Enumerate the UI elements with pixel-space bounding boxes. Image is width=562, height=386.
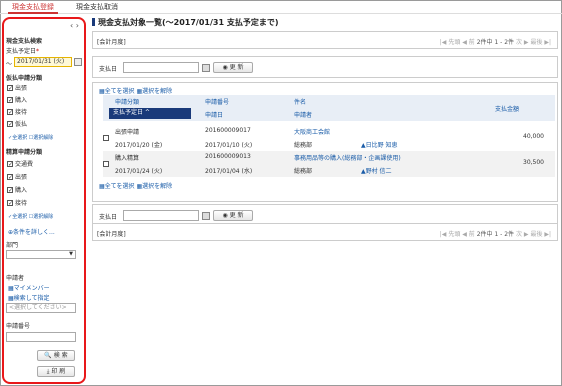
sidebar-nav-arrows[interactable]: ‹ › bbox=[70, 21, 79, 30]
payment-date-label: 支払日 bbox=[99, 66, 118, 73]
checkbox-provisional-trip[interactable]: ✓ 出張 bbox=[7, 84, 27, 93]
row-amount: 30,500 bbox=[523, 159, 544, 166]
row-app-date: 2017/01/04 (水) bbox=[205, 168, 253, 175]
row-checkbox[interactable] bbox=[103, 135, 109, 141]
col-name[interactable]: 件名 bbox=[294, 97, 306, 106]
dept-select[interactable]: ▼ bbox=[6, 250, 76, 259]
provisional-select-links[interactable]: ✓全選択 ☐選択解除 bbox=[8, 134, 53, 141]
row-dept: 総務部 bbox=[294, 142, 313, 149]
row-applicant-link[interactable]: ▲日比野 知恵 bbox=[361, 140, 398, 149]
col-category[interactable]: 申請分類 bbox=[115, 97, 139, 106]
appno-input[interactable] bbox=[6, 332, 76, 342]
top-pager-panel: [会計月度] |◀ 先頭 ◀ 前 2件中 1 - 2件 次 ▶ 最後 ▶| bbox=[92, 31, 558, 49]
row-category: 出張申請 bbox=[115, 129, 140, 136]
checkbox-settle-entertainment[interactable]: ✓ 接待 bbox=[7, 199, 27, 208]
row-applicant-link[interactable]: ▲野村 信二 bbox=[361, 166, 392, 175]
pager-bottom[interactable]: |◀ 先頭 ◀ 前 2件中 1 - 2件 次 ▶ 最後 ▶| bbox=[440, 229, 551, 238]
sidebar-section-title: 現金支払検索 bbox=[6, 38, 43, 45]
checkbox-provisional-advance[interactable]: ✓ 仮払 bbox=[7, 120, 27, 129]
row-checkbox[interactable] bbox=[103, 161, 109, 167]
calendar-icon[interactable] bbox=[74, 58, 82, 66]
chevron-down-icon: ▼ bbox=[69, 251, 73, 257]
search-icon: 🔍 bbox=[44, 352, 52, 359]
row-app-no: 201600009013 bbox=[205, 153, 251, 160]
pager-top[interactable]: |◀ 先頭 ◀ 前 2件中 1 - 2件 次 ▶ 最後 ▶| bbox=[440, 37, 551, 46]
row-name-link[interactable]: 大阪商工会館 bbox=[294, 127, 330, 136]
main-content: 現金支払対象一覧(〜2017/01/31 支払予定まで) [会計月度] |◀ 先… bbox=[92, 14, 558, 384]
print-button[interactable]: ⤓ 印 刷 bbox=[37, 366, 75, 377]
due-date-input[interactable]: 2017/01/31 (火) bbox=[14, 57, 72, 67]
calendar-icon[interactable] bbox=[202, 212, 210, 220]
payment-date-input[interactable] bbox=[123, 210, 199, 221]
row-name-link[interactable]: 事務用品等の購入(総務部・企画課使用) bbox=[294, 153, 401, 162]
table-panel: ▦全てを選択 ▦選択を解除 申請分類 支払予定日 ^ 申請番号 申請日 件名 申… bbox=[92, 82, 558, 202]
row-category: 購入精算 bbox=[115, 155, 140, 162]
payment-date-label: 支払日 bbox=[99, 214, 118, 221]
col-app-no[interactable]: 申請番号 bbox=[205, 97, 229, 106]
checkbox-provisional-purchase[interactable]: ✓ 購入 bbox=[7, 96, 27, 105]
accounting-month-label: [会計月度] bbox=[97, 39, 126, 46]
tab-cash-payment-register[interactable]: 現金支払登録 bbox=[8, 2, 58, 14]
row-due-date: 2017/01/20 (金) bbox=[115, 142, 163, 149]
select-all-link-bottom[interactable]: ▦全てを選択 ▦選択を解除 bbox=[99, 181, 172, 190]
search-button[interactable]: 🔍 検 索 bbox=[37, 350, 75, 361]
due-date-label: 支払予定日* bbox=[6, 48, 40, 55]
accounting-month-label: [会計月度] bbox=[97, 231, 126, 238]
settle-section-title: 精算申請分類 bbox=[6, 149, 43, 156]
more-conditions-link[interactable]: ⊕条件を詳しく... bbox=[8, 227, 55, 236]
provisional-section-title: 仮払申請分類 bbox=[6, 75, 43, 82]
my-members-link[interactable]: ▦マイメンバー bbox=[8, 283, 50, 292]
bottom-pager-panel: [会計月度] |◀ 先頭 ◀ 前 2件中 1 - 2件 次 ▶ 最後 ▶| bbox=[92, 223, 558, 241]
payment-date-input[interactable] bbox=[123, 62, 199, 73]
checkbox-settle-transport[interactable]: ✓ 交通費 bbox=[7, 160, 33, 169]
print-icon: ⤓ bbox=[46, 368, 50, 375]
calendar-icon[interactable] bbox=[202, 64, 210, 72]
search-sidebar: ‹ › 現金支払検索 支払予定日* 〜 2017/01/31 (火) 仮払申請分… bbox=[2, 17, 86, 384]
checkbox-settle-purchase[interactable]: ✓ 購入 bbox=[7, 186, 27, 195]
col-app-date[interactable]: 申請日 bbox=[205, 110, 223, 119]
checkbox-settle-trip[interactable]: ✓ 出張 bbox=[7, 173, 27, 182]
col-amount[interactable]: 支払金額 bbox=[495, 104, 519, 113]
row-app-date: 2017/01/10 (火) bbox=[205, 142, 253, 149]
date-range-prefix: 〜 bbox=[6, 61, 13, 68]
tab-bar: 現金支払登録 現金支払取消 bbox=[0, 0, 562, 14]
col-applicant[interactable]: 申請者 bbox=[294, 110, 312, 119]
row-amount: 40,000 bbox=[523, 133, 544, 140]
settle-select-links[interactable]: ✓全選択 ☐選択解除 bbox=[8, 213, 53, 220]
tab-cash-payment-cancel[interactable]: 現金支払取消 bbox=[72, 2, 122, 14]
refresh-icon: ◉ bbox=[222, 64, 228, 71]
row-dept: 総務部 bbox=[294, 168, 313, 175]
row-due-date: 2017/01/24 (火) bbox=[115, 168, 163, 175]
row-app-no: 201600009017 bbox=[205, 127, 251, 134]
applicant-input[interactable]: <選択してください> bbox=[6, 303, 76, 313]
dept-label: 部門 bbox=[6, 242, 19, 249]
col-due-date[interactable]: 支払予定日 ^ bbox=[109, 108, 191, 119]
page-title: 現金支払対象一覧(〜2017/01/31 支払予定まで) bbox=[92, 17, 278, 28]
table-header: 申請分類 支払予定日 ^ 申請番号 申請日 件名 申請者 支払金額 bbox=[103, 95, 555, 121]
update-button[interactable]: ◉ 更 新 bbox=[213, 210, 253, 221]
select-all-link-top[interactable]: ▦全てを選択 ▦選択を解除 bbox=[99, 86, 172, 95]
refresh-icon: ◉ bbox=[222, 212, 228, 219]
checkbox-provisional-entertainment[interactable]: ✓ 接待 bbox=[7, 108, 27, 117]
update-button[interactable]: ◉ 更 新 bbox=[213, 62, 253, 73]
payment-date-panel: 支払日 ◉ 更 新 bbox=[92, 56, 558, 78]
applicant-label: 申請者 bbox=[6, 275, 25, 282]
appno-label: 申請番号 bbox=[6, 323, 31, 330]
search-and-set-link[interactable]: ▦検索して指定 bbox=[8, 293, 50, 302]
